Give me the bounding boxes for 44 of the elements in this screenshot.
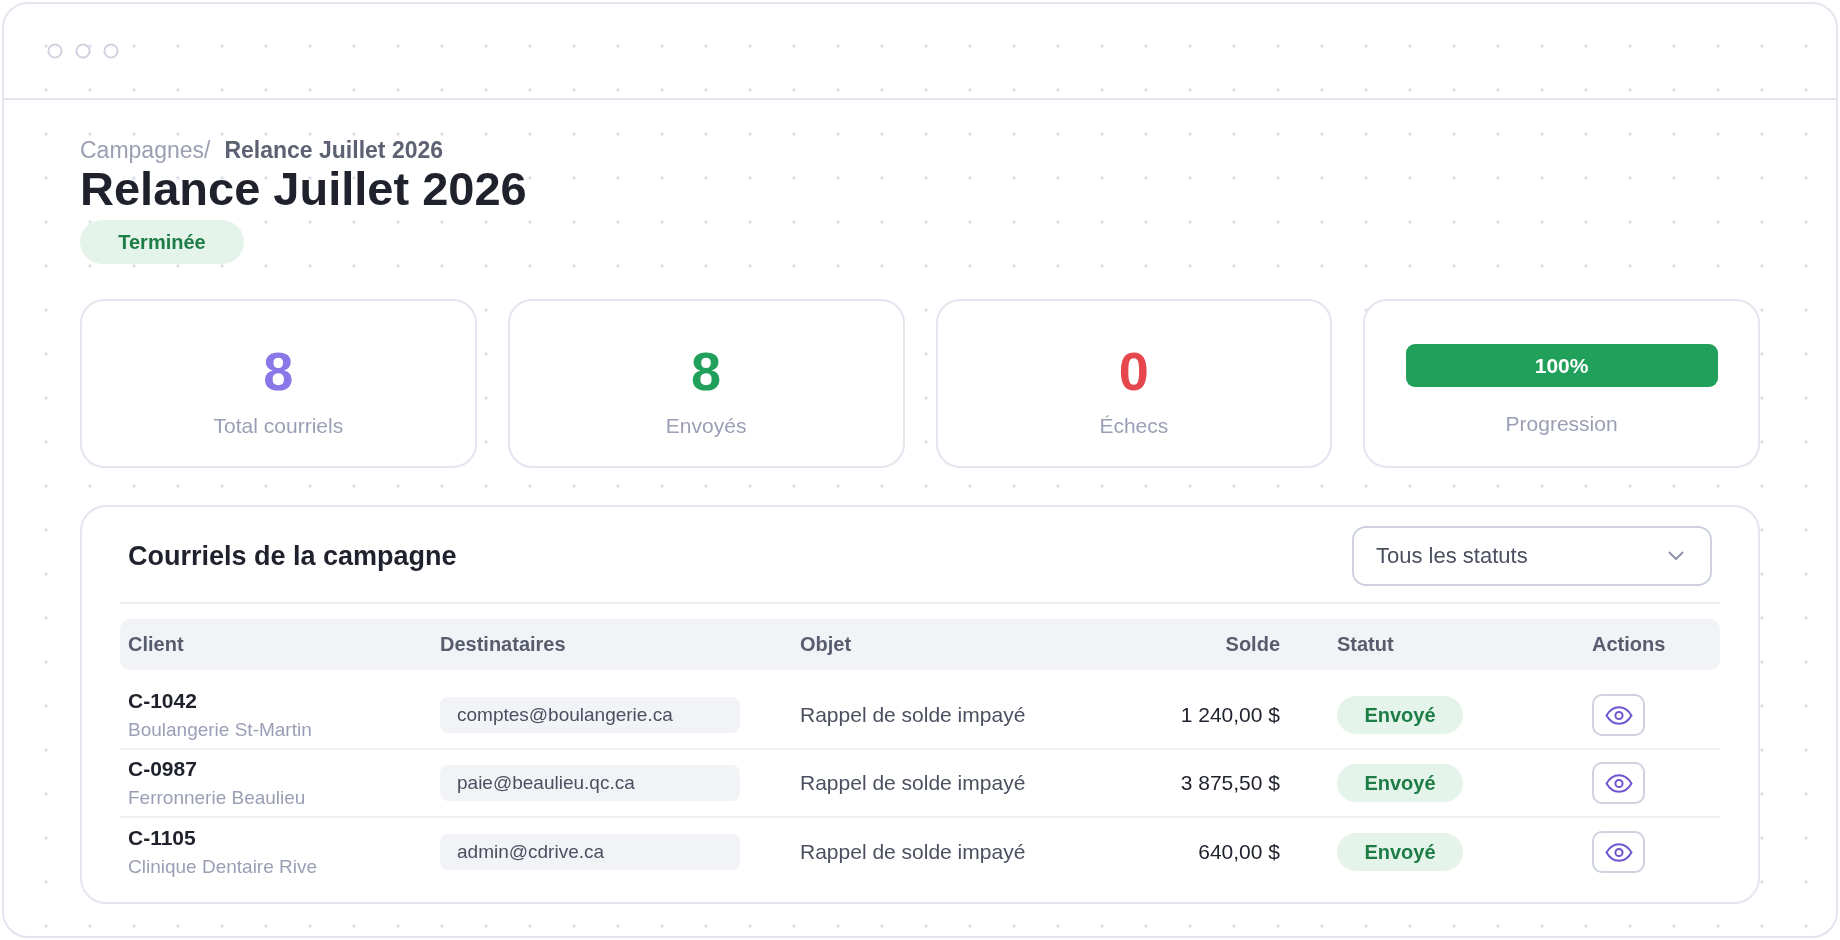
column-header: Solde xyxy=(1225,633,1280,656)
stat-value: 8 xyxy=(691,340,722,403)
status-filter[interactable]: Tous les statuts xyxy=(1352,526,1712,586)
eye-icon xyxy=(1604,842,1633,862)
column-header: Client xyxy=(128,633,184,656)
page-title: Relance Juillet 2026 xyxy=(80,164,527,214)
client-name: Boulangerie St-Martin xyxy=(128,718,312,742)
view-button[interactable] xyxy=(1592,762,1645,804)
status-badge: Envoyé xyxy=(1337,696,1463,734)
column-header: Statut xyxy=(1337,633,1394,656)
balance-amount: 1 240,00 $ xyxy=(1180,703,1280,727)
eye-icon xyxy=(1604,705,1633,725)
column-header: Actions xyxy=(1592,633,1666,656)
view-button[interactable] xyxy=(1592,694,1645,736)
stat-value: 0 xyxy=(1118,340,1149,403)
stat-label: Échecs xyxy=(1099,413,1169,439)
client-id: C-0987 xyxy=(128,756,197,782)
breadcrumb-current: Relance Juillet 2026 xyxy=(224,136,444,164)
balance-amount: 3 875,50 $ xyxy=(1180,771,1280,795)
view-button[interactable] xyxy=(1592,831,1645,873)
client-id: C-1105 xyxy=(128,825,196,851)
email-chip: comptes@boulangerie.ca xyxy=(440,697,740,733)
stat-label: Total courriels xyxy=(213,413,344,439)
client-name: Clinique Dentaire Rive xyxy=(128,855,318,879)
eye-icon xyxy=(1604,773,1633,793)
email-chip: paie@beaulieu.qc.ca xyxy=(440,765,740,801)
column-header: Destinataires xyxy=(440,633,566,656)
stat-label: Envoyés xyxy=(665,413,747,439)
stat-label: Progression xyxy=(1505,411,1618,437)
subject-text: Rappel de solde impayé xyxy=(800,703,1026,727)
stat-value: 8 xyxy=(263,340,294,403)
client-name: Ferronnerie Beaulieu xyxy=(128,786,306,810)
email-chip: admin@cdrive.ca xyxy=(440,834,740,870)
status-badge: Envoyé xyxy=(1337,764,1463,802)
progress-percent: 100% xyxy=(1534,352,1589,379)
status-badge: Envoyé xyxy=(1337,833,1463,871)
status-badge: Terminée xyxy=(80,220,244,264)
client-id: C-1042 xyxy=(128,688,197,714)
chevron-down-icon xyxy=(1668,551,1684,561)
balance-amount: 640,00 $ xyxy=(1198,840,1280,864)
card-title: Courriels de la campagne xyxy=(128,540,457,573)
column-header: Objet xyxy=(800,633,852,656)
subject-text: Rappel de solde impayé xyxy=(800,771,1026,795)
subject-text: Rappel de solde impayé xyxy=(800,840,1026,864)
